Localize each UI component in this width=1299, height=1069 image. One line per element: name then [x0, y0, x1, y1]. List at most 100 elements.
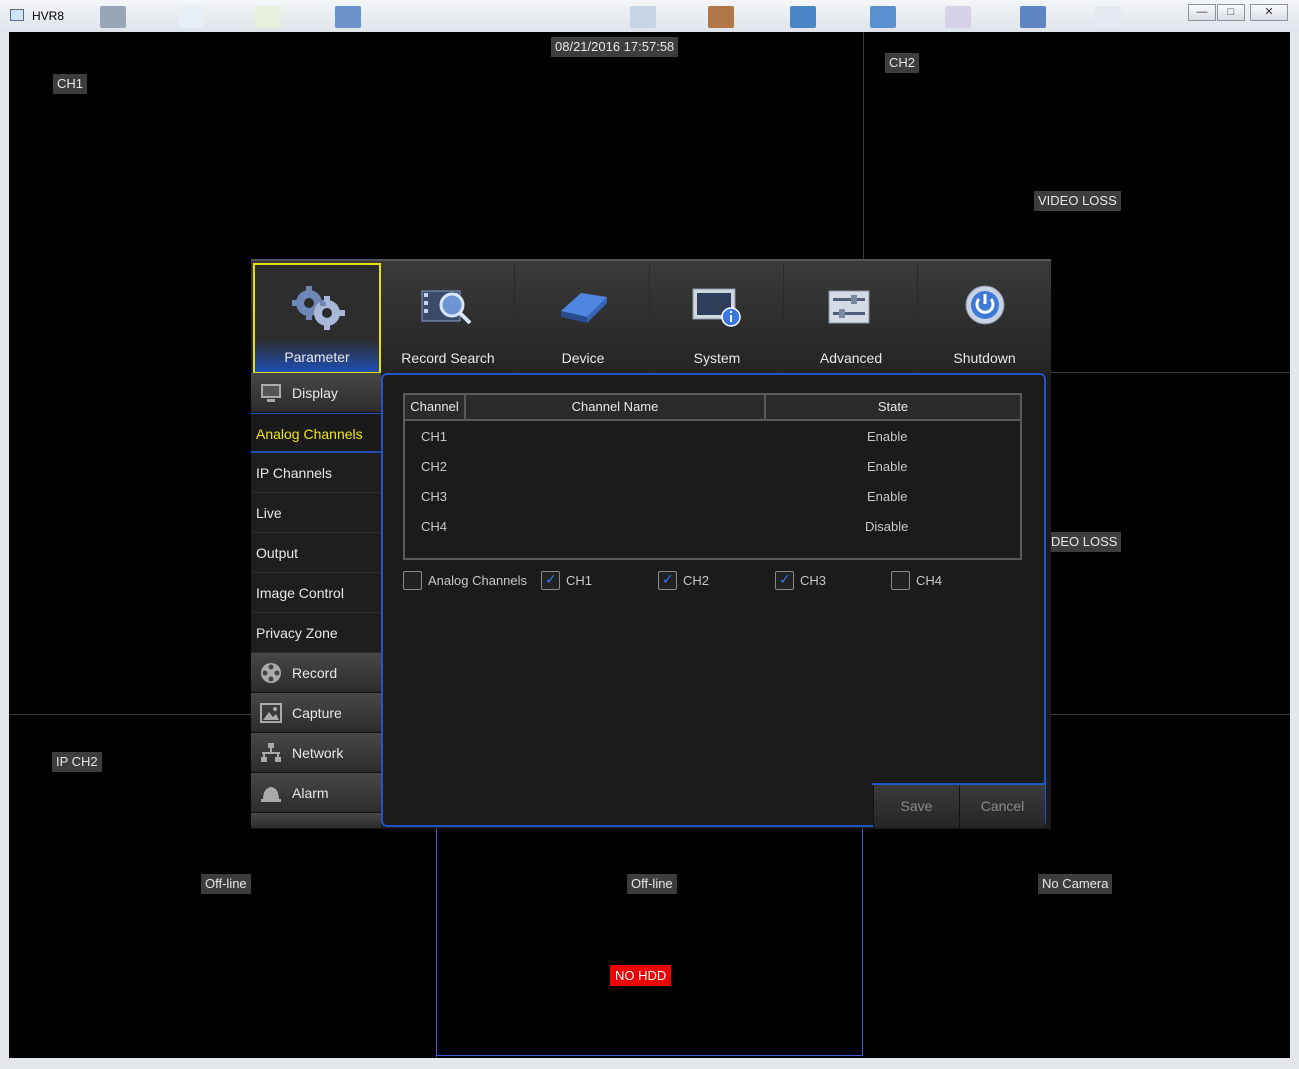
sidebar-group-label: Alarm — [292, 785, 329, 801]
osd-timestamp: 08/21/2016 17:57:58 — [551, 37, 679, 57]
cell-channel: CH2 — [421, 459, 448, 474]
thumbnail — [255, 6, 281, 28]
channel-checkbox-row: Analog Channels ✓ CH1 ✓ CH2 ✓ CH3 CH4 — [403, 571, 1023, 593]
sidebar-group-network[interactable]: Network — [251, 733, 381, 773]
tab-label: Device — [561, 350, 605, 366]
sidebar-item-analog-channels[interactable]: Analog Channels — [251, 413, 381, 453]
cell-state: Enable — [867, 489, 908, 504]
sidebar-group-label: Network — [292, 745, 344, 761]
checkbox-label: CH3 — [800, 573, 827, 588]
cancel-button[interactable]: Cancel — [959, 785, 1045, 827]
app-icon — [10, 9, 24, 21]
sidebar-group-label: Capture — [292, 705, 342, 721]
channel-table: Channel Channel Name State CH1 Enable CH… — [403, 393, 1022, 560]
tab-parameter[interactable]: Parameter — [253, 263, 381, 374]
tab-advanced[interactable]: Advanced — [785, 263, 918, 373]
column-header-state: State — [877, 399, 909, 414]
hdd-icon — [561, 293, 607, 323]
sidebar-item-ip-channels[interactable]: IP Channels — [251, 453, 381, 493]
check-icon: ✓ — [779, 571, 791, 587]
sidebar-item-label: Live — [256, 505, 282, 521]
sidebar-group-more — [251, 813, 381, 829]
ch1-checkbox[interactable]: ✓ — [541, 571, 560, 590]
sidebar-item-output[interactable]: Output — [251, 533, 381, 573]
sliders-icon — [828, 290, 870, 324]
taskbar-thumbnails — [100, 4, 1160, 28]
window-frame-right — [1290, 32, 1299, 1069]
ch3-checkbox[interactable]: ✓ — [775, 571, 794, 590]
close-button[interactable]: ✕ — [1250, 4, 1288, 21]
ch2-checkbox[interactable]: ✓ — [658, 571, 677, 590]
title-bar: HVR8 — □ ✕ — [0, 0, 1299, 32]
sidebar-group-label: Display — [292, 385, 338, 401]
cell-state: Disable — [865, 519, 909, 534]
sidebar-item-label: Analog Channels — [256, 426, 363, 442]
table-header: Channel Channel Name State — [405, 395, 1020, 421]
sidebar-item-privacy-zone[interactable]: Privacy Zone — [251, 613, 381, 653]
osd-no-camera: No Camera — [1038, 874, 1113, 894]
sidebar-item-label: Image Control — [256, 585, 344, 601]
tab-label: Advanced — [819, 350, 883, 366]
sidebar-item-label: Output — [256, 545, 299, 561]
tab-label: System — [693, 350, 741, 366]
film-reel-icon — [261, 663, 281, 683]
film-search-icon — [421, 290, 472, 325]
tab-record-search[interactable]: Record Search — [382, 263, 515, 373]
column-header-channel-name: Channel Name — [466, 395, 766, 419]
gears-icon — [292, 286, 345, 330]
osd-channel-label: IP CH2 — [52, 752, 102, 772]
check-icon: ✓ — [545, 571, 557, 587]
osd-offline: Off-line — [201, 874, 251, 894]
tab-label: Record Search — [401, 350, 495, 366]
cell-channel: CH3 — [421, 489, 448, 504]
analog-channels-checkbox[interactable] — [403, 571, 422, 590]
thumbnail — [870, 6, 896, 28]
thumbnail — [100, 6, 126, 28]
no-hdd-alert: NO HDD — [610, 965, 672, 986]
sidebar-group-alarm[interactable]: Alarm — [251, 773, 381, 813]
sidebar-item-label: Privacy Zone — [256, 625, 338, 641]
checkbox-label: CH4 — [916, 573, 943, 588]
sidebar-group-display[interactable]: Display — [251, 373, 381, 413]
main-menu-bar: Parameter Record Search Device System Ad… — [251, 259, 1051, 374]
thumbnail — [790, 6, 816, 28]
osd-channel-label: CH2 — [885, 53, 920, 73]
alarm-bell-icon — [261, 787, 281, 802]
analog-channels-panel: Channel Channel Name State CH1 Enable CH… — [381, 373, 1046, 827]
minimize-button[interactable]: — — [1188, 4, 1216, 21]
sidebar-item-live[interactable]: Live — [251, 493, 381, 533]
osd-offline: Off-line — [627, 874, 677, 894]
thumbnail — [1020, 6, 1046, 28]
tab-label: Parameter — [284, 349, 350, 365]
column-header-channel: Channel — [405, 395, 466, 419]
maximize-button[interactable]: □ — [1217, 4, 1245, 21]
thumbnail — [335, 6, 361, 28]
sidebar-group-record[interactable]: Record — [251, 653, 381, 693]
save-button[interactable]: Save — [873, 785, 959, 827]
thumbnail — [945, 6, 971, 28]
thumbnail — [178, 6, 204, 28]
sidebar-item-image-control[interactable]: Image Control — [251, 573, 381, 613]
osd-channel-label: CH1 — [53, 74, 88, 94]
tab-device[interactable]: Device — [517, 263, 650, 373]
monitor-icon — [261, 384, 281, 402]
cell-state: Enable — [867, 459, 908, 474]
osd-video-loss: VIDEO LOSS — [1034, 191, 1121, 211]
sidebar-group-label: Record — [292, 665, 338, 681]
tab-shutdown[interactable]: Shutdown — [918, 263, 1051, 373]
window-title: HVR8 — [32, 9, 65, 23]
ch4-checkbox[interactable] — [891, 571, 910, 590]
checkbox-label: CH2 — [683, 573, 710, 588]
power-icon — [965, 285, 1004, 325]
thumbnail — [630, 6, 656, 28]
thumbnail — [708, 6, 734, 28]
cell-channel: CH1 — [421, 429, 448, 444]
system-info-icon — [692, 288, 741, 327]
settings-dialog: Parameter Record Search Device System Ad… — [251, 259, 1051, 829]
settings-sidebar: Display Analog Channels IP Channels Live… — [251, 373, 381, 829]
tab-system[interactable]: System — [651, 263, 784, 373]
sidebar-group-capture[interactable]: Capture — [251, 693, 381, 733]
window-frame-bottom — [0, 1058, 1299, 1069]
osd-video-loss: DEO LOSS — [1047, 532, 1122, 552]
cell-state: Enable — [867, 429, 908, 444]
